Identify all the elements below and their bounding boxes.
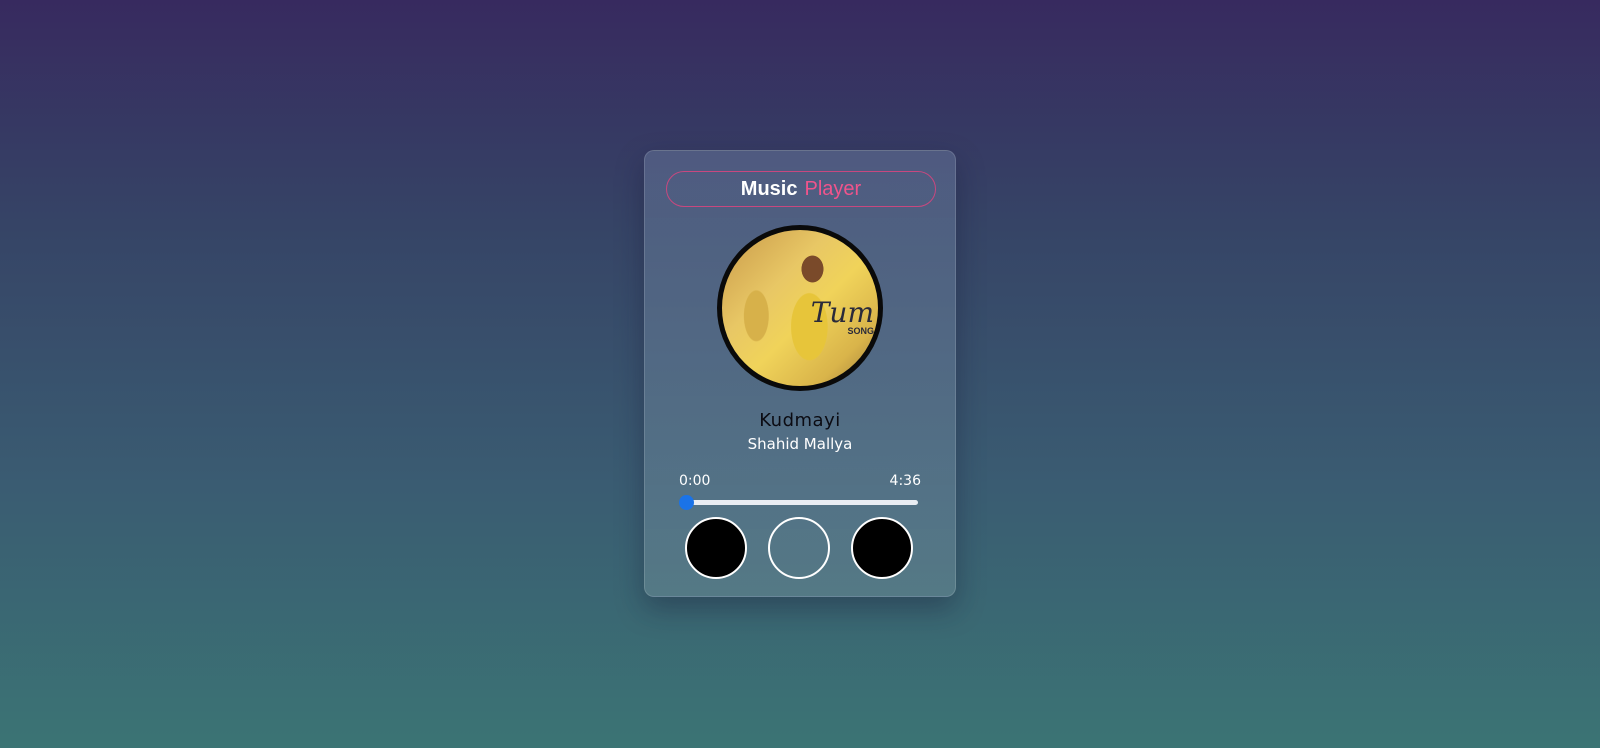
progress-slider[interactable] bbox=[679, 495, 918, 510]
artist-name: Shahid Mallya bbox=[747, 435, 853, 453]
current-time: 0:00 bbox=[679, 473, 711, 489]
app-title-music: Music bbox=[740, 177, 798, 200]
music-player-card: Music Player Tum SONG Kudmayi Shahid Mal… bbox=[644, 150, 956, 597]
app-title-player: Player bbox=[804, 177, 862, 200]
album-cover: Tum SONG bbox=[717, 225, 883, 391]
album-cover-art-sublettering: SONG bbox=[847, 326, 874, 336]
play-button[interactable] bbox=[768, 517, 830, 579]
album-cover-art-lettering: Tum bbox=[810, 296, 874, 329]
progress-thumb[interactable] bbox=[679, 495, 694, 510]
total-time: 4:36 bbox=[889, 473, 921, 489]
song-title: Kudmayi bbox=[759, 410, 841, 431]
previous-button[interactable] bbox=[685, 517, 747, 579]
next-button[interactable] bbox=[851, 517, 913, 579]
app-title: Music Player bbox=[666, 171, 936, 207]
